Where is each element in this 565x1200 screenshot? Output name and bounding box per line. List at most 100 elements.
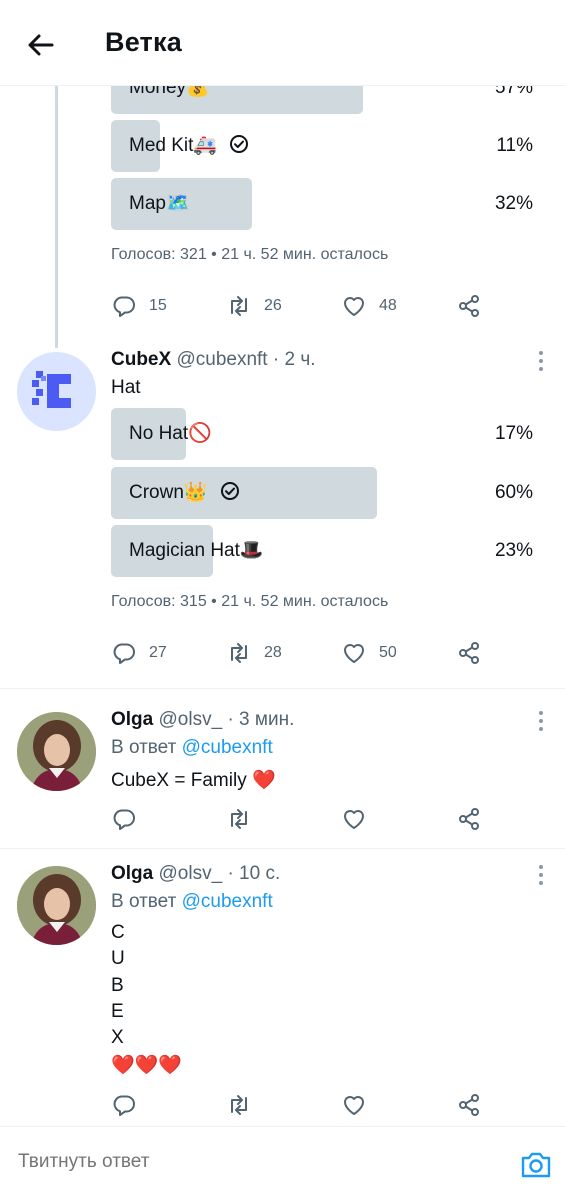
tweet-text-line: ❤️❤️❤️ — [111, 1055, 182, 1076]
reply-button[interactable]: 15 — [111, 290, 167, 322]
tweet-text-line: X — [111, 1027, 124, 1048]
poll-option-med-kit: Med Kit🚑 11% — [111, 120, 533, 172]
tweet-divider — [0, 688, 565, 689]
poll-option-percent: 17% — [494, 423, 533, 444]
reply-icon — [113, 809, 135, 830]
user-photo-icon — [17, 712, 96, 791]
reply-count: 27 — [149, 644, 167, 661]
tweet-text-line: U — [111, 948, 125, 969]
author-name[interactable]: Olga — [111, 709, 153, 730]
reply-to-line: В ответ @cubexnft — [111, 891, 273, 913]
reply-button[interactable] — [111, 803, 137, 835]
poll-option-label: Crown👑 — [129, 482, 208, 503]
tweet-time: · 3 мин. — [227, 709, 295, 730]
heart-icon — [344, 297, 364, 316]
like-button[interactable]: 48 — [341, 290, 397, 322]
reply-to-prefix: В ответ — [111, 891, 177, 912]
poll-option-magician-hat: Magician Hat🎩 23% — [111, 525, 533, 577]
retweet-button[interactable] — [226, 803, 252, 835]
reply-button[interactable]: 27 — [111, 637, 167, 669]
avatar-olga[interactable] — [17, 712, 96, 791]
retweet-icon — [231, 643, 247, 663]
page-title: Ветка — [105, 27, 182, 57]
avatar-olga[interactable] — [17, 866, 96, 945]
retweet-count: 28 — [264, 644, 282, 661]
reply-count: 15 — [149, 297, 167, 314]
reply-to-line: В ответ @cubexnft — [111, 737, 273, 759]
author-handle[interactable]: @olsv_ — [159, 709, 223, 730]
retweet-icon — [231, 1095, 247, 1115]
poll-option-label: Map🗺️ — [129, 193, 190, 214]
poll-option-crown: Crown👑 60% — [111, 467, 533, 519]
tweet-text-line: B — [111, 975, 124, 996]
tweet-text-line: C — [111, 922, 125, 943]
tweet-text: Hat — [111, 377, 141, 398]
tweet-text: CubeX = Family ❤️ — [111, 770, 276, 791]
like-count: 50 — [379, 644, 397, 661]
tweet-text-line: E — [111, 1001, 124, 1022]
camera-icon[interactable] — [518, 1147, 554, 1183]
tweet-time: · 2 ч. — [272, 349, 316, 370]
author-name[interactable]: CubeX — [111, 349, 171, 370]
more-options-icon[interactable] — [530, 348, 552, 374]
poll-option-no-hat: No Hat🚫 17% — [111, 408, 533, 460]
reply-icon — [113, 296, 135, 317]
reply-to-handle[interactable]: @cubexnft — [182, 891, 273, 912]
share-icon — [459, 808, 479, 830]
retweet-icon — [231, 809, 247, 829]
author-handle[interactable]: @olsv_ — [159, 863, 223, 884]
retweet-button[interactable]: 28 — [226, 637, 282, 669]
voted-check-icon — [230, 135, 249, 154]
avatar-cubex[interactable] — [17, 352, 96, 431]
poll-option-label: No Hat🚫 — [129, 423, 212, 444]
reply-input[interactable] — [18, 1151, 458, 1173]
tweet-actions — [111, 1089, 491, 1121]
share-button[interactable] — [456, 803, 482, 835]
poll-meta: Голосов: 321 • 21 ч. 52 мин. осталось — [111, 246, 389, 263]
share-button[interactable] — [456, 637, 482, 669]
share-icon — [459, 1094, 479, 1116]
poll-option-percent: 11% — [496, 135, 533, 156]
author-name[interactable]: Olga — [111, 863, 153, 884]
heart-icon — [344, 644, 364, 663]
poll-option-percent: 60% — [494, 482, 533, 503]
like-button[interactable]: 50 — [341, 637, 397, 669]
author-handle[interactable]: @cubexnft — [176, 349, 267, 370]
reply-icon — [113, 643, 135, 664]
reply-to-prefix: В ответ — [111, 737, 177, 758]
tweet-actions — [111, 803, 491, 835]
more-options-icon[interactable] — [530, 862, 552, 888]
tweet-actions: 27 28 50 — [111, 637, 491, 669]
heart-icon — [344, 810, 364, 829]
reply-composer — [0, 1126, 565, 1200]
reply-to-handle[interactable]: @cubexnft — [182, 737, 273, 758]
poll-option-label: Med Kit🚑 — [129, 135, 218, 156]
share-button[interactable] — [456, 1089, 482, 1121]
retweet-icon — [231, 296, 247, 316]
poll-meta: Голосов: 315 • 21 ч. 52 мин. осталось — [111, 593, 389, 610]
share-icon — [459, 642, 479, 664]
poll-option-map: Map🗺️ 32% — [111, 178, 533, 230]
tweet-time: · 10 с. — [227, 863, 281, 884]
retweet-button[interactable] — [226, 1089, 252, 1121]
more-options-icon[interactable] — [530, 708, 552, 734]
tweet-divider — [0, 848, 565, 849]
heart-icon — [344, 1096, 364, 1115]
tweet-actions: 15 26 48 — [111, 290, 491, 322]
like-button[interactable] — [341, 803, 367, 835]
retweet-button[interactable]: 26 — [226, 290, 282, 322]
poll-option-label: Magician Hat🎩 — [129, 540, 264, 561]
back-arrow-icon[interactable] — [24, 28, 58, 62]
user-photo-icon — [17, 866, 96, 945]
reply-button[interactable] — [111, 1089, 137, 1121]
like-count: 48 — [379, 297, 397, 314]
share-icon — [459, 295, 479, 317]
poll-option-percent: 23% — [494, 540, 533, 561]
reply-icon — [113, 1095, 135, 1116]
tweet-author-line: Olga @olsv_ · 3 мин. — [111, 709, 294, 731]
tweet-author-line: CubeX @cubexnft · 2 ч. — [111, 349, 316, 371]
poll-option-percent: 32% — [494, 193, 533, 214]
like-button[interactable] — [341, 1089, 367, 1121]
share-button[interactable] — [456, 290, 482, 322]
thread-connector-line — [55, 86, 58, 348]
